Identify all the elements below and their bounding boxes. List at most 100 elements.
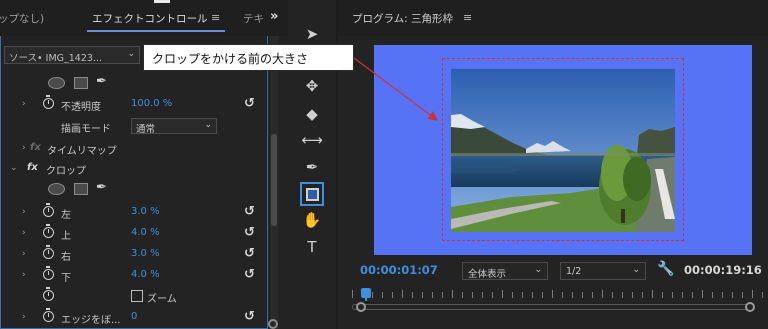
duration-timecode: 00:00:19:16 bbox=[684, 263, 762, 277]
pen-mask-icon[interactable]: ✒ bbox=[96, 180, 107, 195]
ruler-tick bbox=[412, 292, 413, 298]
reset-icon[interactable]: ↺ bbox=[244, 204, 255, 219]
hand-tool-icon[interactable]: ✋ bbox=[300, 208, 324, 232]
crop-left-value[interactable]: 3.0 % bbox=[131, 206, 160, 217]
stopwatch-icon[interactable] bbox=[43, 266, 54, 280]
reset-icon[interactable]: ↺ bbox=[244, 246, 255, 261]
ruler-tick bbox=[372, 292, 373, 298]
zoom-checkbox[interactable] bbox=[131, 290, 143, 302]
stopwatch-icon[interactable] bbox=[43, 245, 54, 259]
panel-scrollbar[interactable] bbox=[270, 36, 278, 329]
monitor-title[interactable]: プログラム: 三角形枠 bbox=[352, 11, 453, 26]
chevron-down-icon[interactable]: ⌄ bbox=[10, 163, 18, 173]
crop-right-value[interactable]: 3.0 % bbox=[131, 248, 160, 259]
chevron-right-icon[interactable]: › bbox=[22, 249, 26, 259]
video-frame-image bbox=[451, 69, 675, 232]
ruler-tick bbox=[582, 292, 583, 298]
tab-top-marker bbox=[154, 0, 170, 3]
reset-icon[interactable]: ↺ bbox=[244, 96, 255, 111]
stopwatch-icon[interactable] bbox=[43, 203, 54, 217]
pen-tool-icon[interactable]: ✒ bbox=[300, 155, 324, 179]
ruler-tick bbox=[742, 292, 743, 298]
crop-bottom-value[interactable]: 4.0 % bbox=[131, 269, 160, 280]
program-canvas[interactable] bbox=[374, 45, 752, 255]
pen-mask-icon[interactable]: ✒ bbox=[96, 74, 107, 89]
blend-mode-row: 描画モード 通常 ⌄ bbox=[0, 117, 268, 137]
resolution-select[interactable]: 1/2 ⌄ bbox=[560, 262, 646, 280]
chevron-down-icon: ⌄ bbox=[204, 120, 212, 130]
reset-icon[interactable]: ↺ bbox=[244, 309, 255, 324]
ruler-tick bbox=[722, 292, 723, 298]
time-remap-row[interactable]: › fx タイムリマップ bbox=[0, 139, 268, 159]
ruler-tick bbox=[452, 290, 453, 298]
ruler-tick bbox=[442, 292, 443, 298]
ruler-tick bbox=[642, 292, 643, 298]
fx-icon[interactable]: fx bbox=[27, 162, 38, 173]
ruler-tick bbox=[532, 292, 533, 298]
ellipse-mask-icon[interactable] bbox=[48, 77, 65, 89]
reset-icon[interactable]: ↺ bbox=[244, 267, 255, 282]
blend-mode-select[interactable]: 通常 ⌄ bbox=[131, 118, 217, 135]
stopwatch-icon[interactable] bbox=[43, 287, 54, 301]
crop-top-value[interactable]: 4.0 % bbox=[131, 227, 160, 238]
chevron-down-icon: ⌄ bbox=[632, 265, 640, 275]
edge-feather-value[interactable]: 0 bbox=[131, 311, 137, 322]
stopwatch-icon[interactable] bbox=[43, 308, 54, 322]
annotation-callout: クロップをかける前の大きさ bbox=[143, 44, 354, 71]
razor-tool-icon[interactable]: ◆ bbox=[300, 102, 324, 126]
crop-top-label: 上 bbox=[61, 231, 71, 242]
ruler-tick bbox=[462, 292, 463, 298]
source-clip-select[interactable]: ソース• IMG_1423... ⌄ bbox=[4, 46, 140, 64]
chevron-right-icon[interactable]: › bbox=[22, 312, 26, 322]
scrollbar-thumb[interactable] bbox=[271, 134, 277, 226]
crop-edge-row: › エッジをぼ... 0 ↺ bbox=[0, 308, 268, 328]
rectangle-tool-icon[interactable] bbox=[300, 182, 324, 206]
blend-mode-value: 通常 bbox=[136, 124, 156, 135]
chevron-right-icon[interactable]: › bbox=[22, 99, 26, 109]
hamburger-icon[interactable]: ≡ bbox=[211, 11, 220, 24]
ruler-tick bbox=[712, 292, 713, 298]
stopwatch-icon[interactable] bbox=[43, 95, 54, 109]
chevron-right-icon[interactable]: › bbox=[22, 207, 26, 217]
tab-effect-controls[interactable]: エフェクトコントロール bbox=[92, 11, 208, 26]
crop-right-row: › 右 3.0 % ↺ bbox=[0, 245, 268, 265]
stopwatch-icon[interactable] bbox=[43, 224, 54, 238]
selection-tool-icon[interactable]: ➤ bbox=[300, 22, 324, 46]
ruler-tick bbox=[652, 290, 653, 298]
ruler-tick bbox=[392, 292, 393, 298]
scroll-knob[interactable] bbox=[268, 319, 278, 329]
hamburger-icon[interactable]: ≡ bbox=[463, 11, 472, 24]
chevron-right-icon[interactable]: › bbox=[22, 270, 26, 280]
ellipse-mask-icon[interactable] bbox=[48, 183, 65, 195]
zoom-scroll-bar[interactable] bbox=[352, 304, 754, 310]
double-chevron-right-icon[interactable]: » bbox=[270, 9, 278, 24]
ruler-tick bbox=[562, 292, 563, 298]
zoom-scroll-start-knob[interactable] bbox=[356, 302, 366, 312]
opacity-value[interactable]: 100.0 % bbox=[131, 98, 172, 109]
tab-previous[interactable]: ップなし) bbox=[0, 11, 44, 26]
chevron-down-icon: ⌄ bbox=[127, 49, 135, 59]
blend-mode-label: 描画モード bbox=[61, 124, 111, 135]
ruler-tick bbox=[752, 290, 753, 298]
fit-select[interactable]: 全体表示 ⌄ bbox=[462, 262, 548, 280]
slip-tool-icon[interactable]: ⟷ bbox=[300, 128, 324, 152]
wrench-icon[interactable]: 🔧 bbox=[657, 261, 674, 277]
tab-text[interactable]: テキ bbox=[243, 11, 264, 26]
chevron-right-icon[interactable]: › bbox=[22, 228, 26, 238]
fit-select-value: 全体表示 bbox=[468, 269, 507, 280]
ruler-tick bbox=[732, 292, 733, 298]
ruler-tick bbox=[632, 292, 633, 298]
ruler-tick bbox=[472, 292, 473, 298]
edge-feather-label: エッジをぼ... bbox=[61, 315, 121, 326]
rectangle-mask-icon[interactable] bbox=[74, 183, 88, 195]
rectangle-mask-icon[interactable] bbox=[74, 77, 88, 89]
crop-effect-row[interactable]: ⌄ fx クロップ bbox=[0, 159, 268, 179]
type-tool-icon[interactable]: T bbox=[300, 235, 324, 259]
current-timecode[interactable]: 00:00:01:07 bbox=[360, 263, 438, 277]
zoom-scroll-end-knob[interactable] bbox=[745, 302, 755, 312]
ruler-tick bbox=[592, 292, 593, 298]
ripple-edit-tool-icon[interactable]: ✥ bbox=[300, 74, 324, 98]
reset-icon[interactable]: ↺ bbox=[244, 225, 255, 240]
chevron-right-icon[interactable]: › bbox=[22, 143, 26, 153]
time-ruler[interactable] bbox=[352, 290, 766, 302]
